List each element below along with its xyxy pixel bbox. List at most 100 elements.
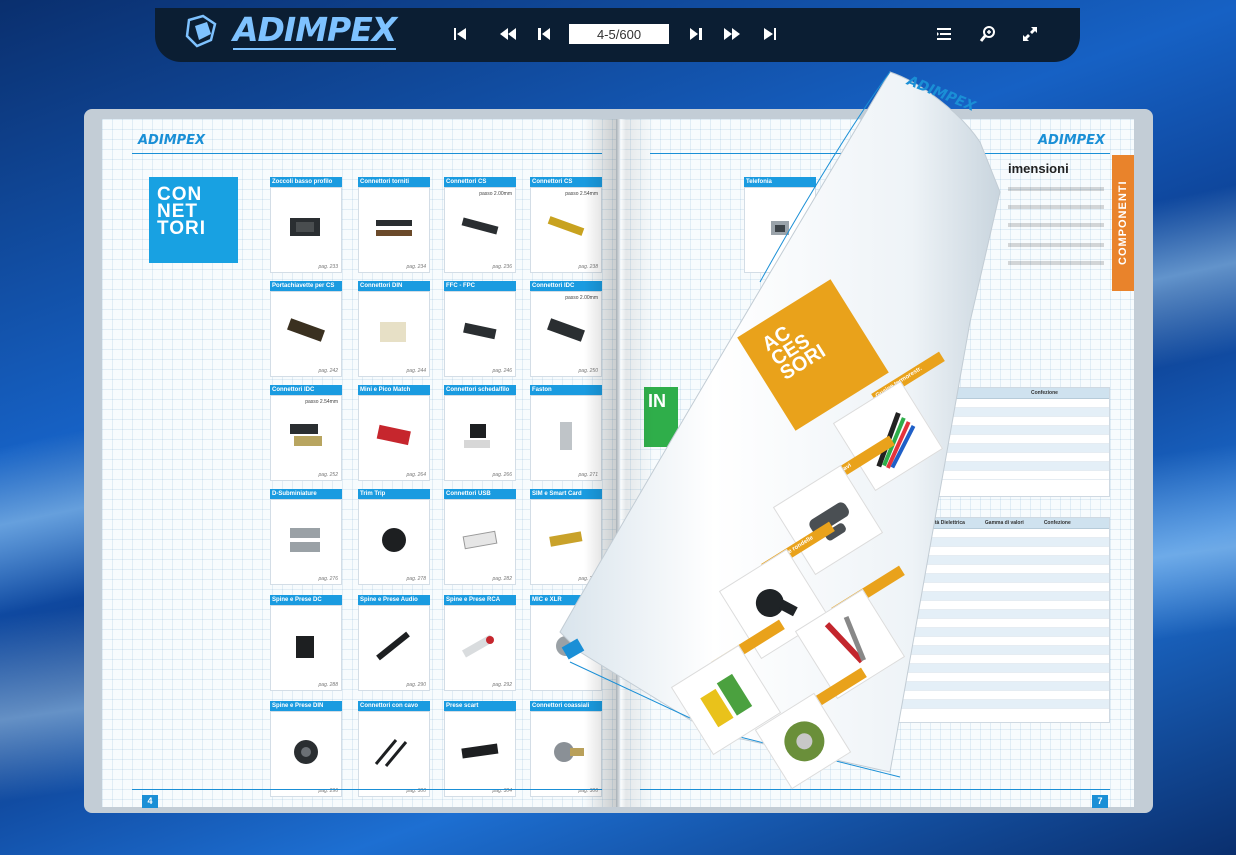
dimensions-table — [1008, 181, 1108, 265]
product-card-title: Connettori DIN — [358, 281, 430, 291]
product-page-ref: pag. 246 — [492, 368, 512, 374]
product-thumbnail — [290, 424, 322, 447]
product-page-ref: pag. 282 — [492, 576, 512, 582]
product-page-ref: pag. 292 — [492, 682, 512, 688]
left-page-logo: ADIMPEX — [138, 133, 206, 148]
fullscreen-icon — [1023, 27, 1037, 41]
product-card-title: Spine e Prese DC — [270, 595, 342, 605]
table-of-contents-button[interactable] — [933, 23, 955, 45]
product-thumbnail — [382, 528, 406, 553]
product-page-ref: pag. 266 — [492, 472, 512, 478]
product-card[interactable]: Connettori IDC passo 2.54mm pag. 252 — [270, 385, 342, 481]
product-card-title: Portachiavette per CS — [270, 281, 342, 291]
product-card-title: Mini e Pico Match — [358, 385, 430, 395]
right-page-logo: ADIMPEX — [1038, 133, 1106, 148]
product-page-ref: pag. 276 — [318, 576, 338, 582]
product-page-ref: pag. 264 — [406, 472, 426, 478]
product-card[interactable]: Mini e Pico Match pag. 264 — [358, 385, 430, 481]
product-thumbnail — [461, 217, 499, 235]
product-card[interactable]: Trim Trip pag. 278 — [358, 489, 430, 585]
product-card[interactable]: FFC - FPC pag. 246 — [444, 281, 516, 377]
product-page-ref: pag. 278 — [406, 576, 426, 582]
product-thumbnail — [290, 528, 320, 553]
next-page-button[interactable] — [685, 23, 707, 45]
turning-page[interactable] — [559, 71, 1010, 792]
product-thumbnail — [463, 323, 497, 340]
product-thumbnail — [461, 743, 499, 759]
header-rule — [132, 153, 602, 154]
brand-name: ADIMPEX — [233, 10, 397, 50]
product-thumbnail — [376, 425, 411, 446]
toc-icon — [937, 28, 951, 40]
first-page-button[interactable] — [449, 23, 471, 45]
product-thumbnail — [374, 739, 408, 768]
previous-icon — [538, 28, 550, 40]
page-number-right: 7 — [1092, 795, 1108, 808]
product-card-title: FFC - FPC — [444, 281, 516, 291]
product-card[interactable]: Connettori torniti pag. 234 — [358, 177, 430, 273]
product-card-title: Trim Trip — [358, 489, 430, 499]
dimensions-heading: imensioni — [1008, 161, 1069, 176]
product-thumbnail — [287, 318, 325, 343]
previous-page-button[interactable] — [533, 23, 555, 45]
fast-forward-button[interactable] — [721, 23, 743, 45]
product-card[interactable]: Connettori con cavo pag. 300 — [358, 701, 430, 797]
product-page-ref: pag. 252 — [318, 472, 338, 478]
left-page[interactable]: ADIMPEX CON NET TORI Zoccoli basso profi… — [102, 119, 616, 808]
product-page-ref: pag. 236 — [492, 264, 512, 270]
product-card-title: Connettori IDC — [270, 385, 342, 395]
product-thumbnail — [290, 218, 320, 237]
product-thumbnail — [294, 740, 318, 765]
product-card-title: Zoccoli basso profilo — [270, 177, 342, 187]
last-page-button[interactable] — [759, 23, 781, 45]
product-pitch: passo 2.00mm — [479, 191, 512, 197]
rewind-icon — [500, 28, 516, 40]
product-card[interactable]: D-Subminiature pag. 276 — [270, 489, 342, 585]
product-thumbnail — [296, 636, 314, 659]
product-card[interactable]: Portachiavette per CS pag. 242 — [270, 281, 342, 377]
fullscreen-button[interactable] — [1019, 23, 1041, 45]
viewer-toolbar: ADIMPEX — [155, 8, 1080, 62]
product-card[interactable]: Spine e Prese DIN pag. 296 — [270, 701, 342, 797]
skip-first-icon — [454, 28, 466, 40]
zoom-in-icon — [979, 26, 995, 42]
rewind-button[interactable] — [497, 23, 519, 45]
zoom-button[interactable] — [977, 23, 999, 45]
product-card[interactable]: Connettori CS passo 2.00mm pag. 236 — [444, 177, 516, 273]
page-indicator-input[interactable] — [569, 24, 669, 44]
product-pitch: passo 2.54mm — [305, 399, 338, 405]
product-page-ref: pag. 242 — [318, 368, 338, 374]
page-curl-shape — [559, 71, 1001, 778]
product-page-ref: pag. 288 — [318, 682, 338, 688]
product-card[interactable]: Connettori USB pag. 282 — [444, 489, 516, 585]
product-page-ref: pag. 244 — [406, 368, 426, 374]
next-icon — [690, 28, 702, 40]
product-card[interactable]: Spine e Prese DC pag. 288 — [270, 595, 342, 691]
product-card[interactable]: Connettori scheda/filo pag. 266 — [444, 385, 516, 481]
product-card-title: Connettori USB — [444, 489, 516, 499]
footer-rule — [132, 789, 602, 790]
product-thumbnail — [462, 531, 498, 550]
logo-mark-icon — [185, 14, 219, 48]
product-card[interactable]: Spine e Prese Audio pag. 290 — [358, 595, 430, 691]
product-page-ref: pag. 290 — [406, 682, 426, 688]
section-connettori: CON NET TORI — [149, 177, 238, 263]
brand-logo[interactable]: ADIMPEX — [185, 10, 397, 50]
product-card-title: Connettori con cavo — [358, 701, 430, 711]
product-thumbnail — [376, 631, 410, 661]
fast-forward-icon — [724, 28, 740, 40]
product-card-title: Spine e Prese DIN — [270, 701, 342, 711]
product-card[interactable]: Zoccoli basso profilo pag. 233 — [270, 177, 342, 273]
product-card[interactable]: Prese scart pag. 304 — [444, 701, 516, 797]
product-card[interactable]: Spine e Prese RCA pag. 292 — [444, 595, 516, 691]
product-thumbnail — [464, 424, 490, 449]
product-card-title: Connettori torniti — [358, 177, 430, 187]
product-page-ref: pag. 234 — [406, 264, 426, 270]
componenti-tab[interactable]: COMPONENTI — [1112, 155, 1134, 291]
product-page-ref: pag. 233 — [318, 264, 338, 270]
product-card[interactable]: Connettori DIN pag. 244 — [358, 281, 430, 377]
product-thumbnail — [462, 634, 494, 658]
product-thumbnail — [380, 322, 406, 343]
product-card-title: Connettori CS — [444, 177, 516, 187]
product-card-title: Spine e Prese RCA — [444, 595, 516, 605]
